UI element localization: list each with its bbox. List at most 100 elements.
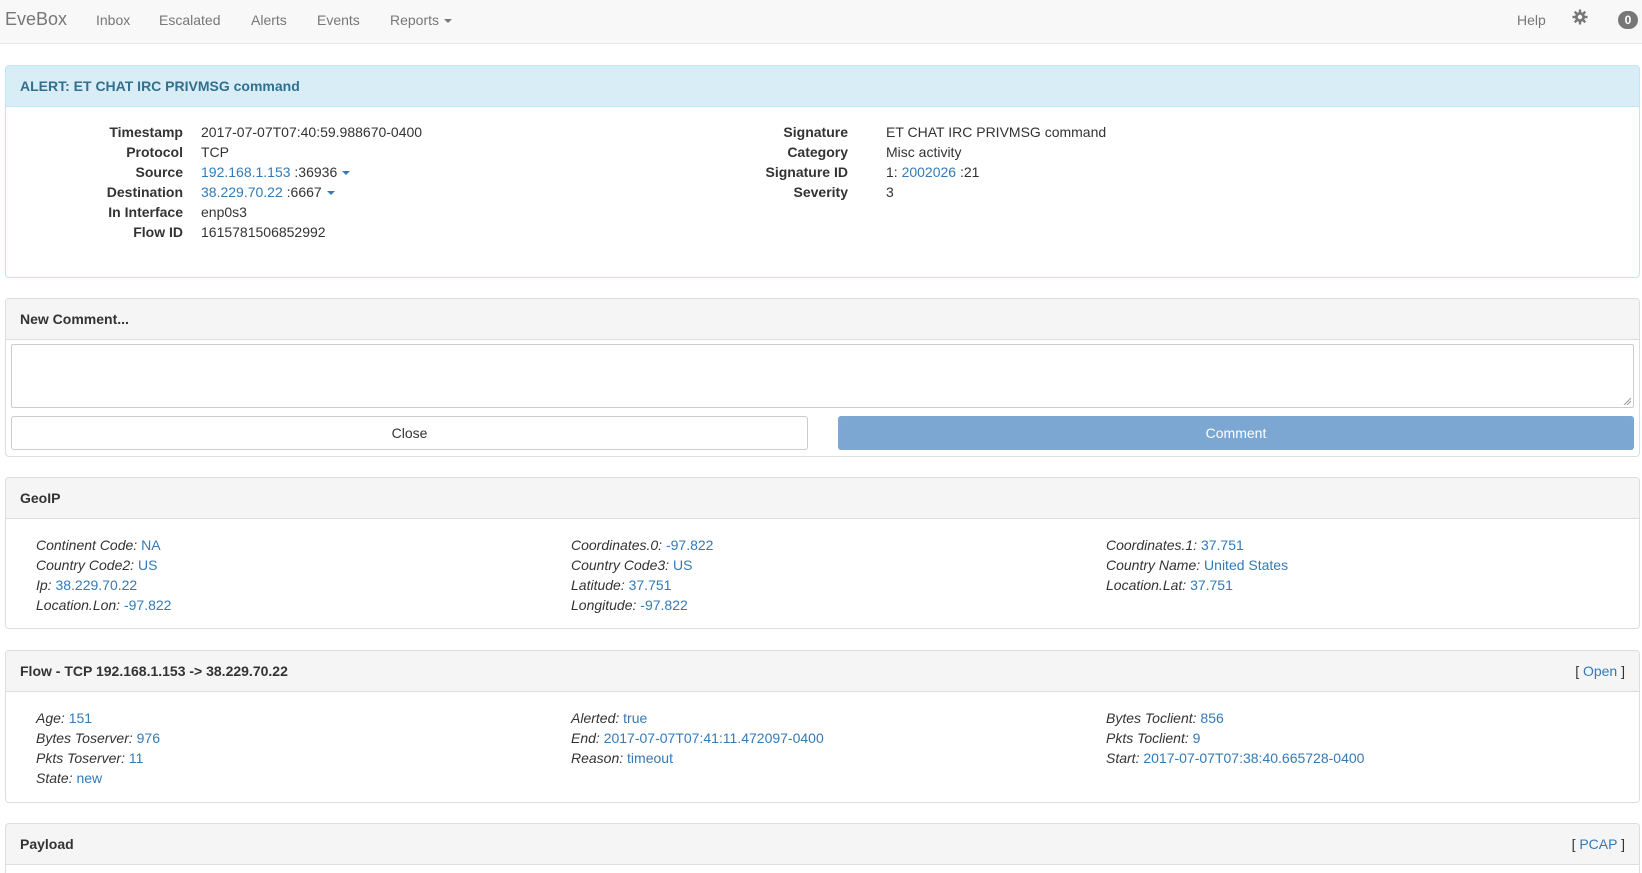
chevron-down-icon [444,19,453,24]
payload-panel: Payload [ PCAP ] [5,823,1640,873]
severity-value: 3 [886,184,894,200]
geoip-value[interactable]: -97.822 [640,597,687,613]
comment-button[interactable]: Comment [838,416,1634,450]
flow-item: Reason: timeout [571,748,673,768]
flow-value[interactable]: 11 [129,750,144,766]
source-row: Source 192.168.1.153 :36936 [6,162,706,182]
payload-title: Payload [20,836,74,852]
geoip-value[interactable]: -97.822 [666,537,713,553]
flow-value[interactable]: 2017-07-07T07:41:11.472097-0400 [604,730,824,746]
flow-item: Bytes Toclient: 856 [1106,708,1224,728]
source-dropdown-icon[interactable] [342,171,351,176]
notification-badge[interactable]: 0 [1618,11,1638,29]
destination-value: 38.229.70.22 :6667 [201,182,335,202]
geoip-key: Ip: [36,577,52,593]
nav-alerts[interactable]: Alerts [251,12,287,28]
flow-title: Flow - TCP 192.168.1.153 -> 38.229.70.22 [20,663,288,679]
geoip-value[interactable]: US [138,557,157,573]
interface-value: enp0s3 [201,204,247,220]
flow-value[interactable]: 9 [1193,730,1201,746]
flow-item: State: new [36,768,102,788]
flow-key: End: [571,730,600,746]
geoip-value[interactable]: -97.822 [124,597,171,613]
interface-row: In Interface enp0s3 [6,202,706,222]
geoip-value[interactable]: United States [1204,557,1288,573]
sid-link[interactable]: 2002026 [902,164,957,180]
alert-panel: ALERT: ET CHAT IRC PRIVMSG command Times… [5,65,1640,278]
geoip-item: Coordinates.0: -97.822 [571,535,713,555]
flow-key: Bytes Toclient: [1106,710,1197,726]
close-button[interactable]: Close [11,416,808,450]
comment-panel: New Comment... Close Comment [5,298,1640,457]
destination-ip-link[interactable]: 38.229.70.22 [201,184,283,200]
destination-label: Destination [106,184,183,200]
geoip-item: Location.Lat: 37.751 [1106,575,1233,595]
signature-label: Signature [783,124,848,140]
nav-inbox[interactable]: Inbox [96,12,130,28]
flow-key: Reason: [571,750,624,766]
geoip-value[interactable]: 38.229.70.22 [55,577,137,593]
flow-value[interactable]: new [76,770,102,786]
geoip-value[interactable]: NA [141,537,160,553]
flow-panel: Flow - TCP 192.168.1.153 -> 38.229.70.22… [5,650,1640,803]
nav-escalated[interactable]: Escalated [159,12,220,28]
alert-title: ALERT: ET CHAT IRC PRIVMSG command [6,66,1639,107]
top-navbar: EveBox Inbox Escalated Alerts Events Rep… [0,0,1642,44]
flow-key: Pkts Toclient: [1106,730,1189,746]
geoip-value[interactable]: 37.751 [1190,577,1233,593]
destination-dropdown-icon[interactable] [326,191,335,196]
geoip-item: Country Code3: US [571,555,692,575]
flow-value[interactable]: timeout [627,750,673,766]
severity-label: Severity [793,184,848,200]
nav-reports-label: Reports [390,12,440,28]
geoip-item: Location.Lon: -97.822 [36,595,171,615]
geoip-key: Location.Lat: [1106,577,1187,593]
flow-item: Pkts Toserver: 11 [36,748,143,768]
geoip-item: Continent Code: NA [36,535,161,555]
nav-events[interactable]: Events [317,12,360,28]
geoip-panel: GeoIP Continent Code: NA Country Code2: … [5,477,1640,629]
geoip-key: Country Code2: [36,557,135,573]
timestamp-link[interactable]: 2017-07-07T07:40:59.988670-0400 [201,122,422,142]
flow-id-row: Flow ID 1615781506852992 [6,222,706,242]
source-ip-link[interactable]: 192.168.1.153 [201,164,291,180]
source-label: Source [135,164,183,180]
signature-link[interactable]: ET CHAT IRC PRIVMSG command [886,122,1106,142]
resize-grip-icon[interactable] [1623,397,1631,405]
flow-item: Bytes Toserver: 976 [36,728,160,748]
geoip-key: Country Code3: [571,557,670,573]
geoip-value[interactable]: 37.751 [1201,537,1244,553]
geoip-key: Continent Code: [36,537,138,553]
flow-value[interactable]: 2017-07-07T07:38:40.665728-0400 [1143,750,1364,766]
geoip-item: Latitude: 37.751 [571,575,671,595]
geoip-value[interactable]: 37.751 [629,577,672,593]
comment-textarea[interactable] [11,344,1634,408]
protocol-value: TCP [201,144,229,160]
flow-id-label: Flow ID [133,224,183,240]
geoip-value[interactable]: US [673,557,692,573]
nav-help[interactable]: Help [1517,12,1546,28]
flow-key: Start: [1106,750,1140,766]
flow-open-link[interactable]: Open [1583,663,1617,679]
geoip-item: Longitude: -97.822 [571,595,688,615]
flow-item: Start: 2017-07-07T07:38:40.665728-0400 [1106,748,1364,768]
flow-value[interactable]: 151 [69,710,92,726]
brand-link[interactable]: EveBox [5,9,67,30]
flow-item: Alerted: true [571,708,647,728]
geoip-item: Ip: 38.229.70.22 [36,575,137,595]
protocol-label: Protocol [126,144,183,160]
flow-value[interactable]: true [623,710,647,726]
bracket-open: [ [1575,663,1580,679]
sid-label: Signature ID [765,164,848,180]
flow-item: Pkts Toclient: 9 [1106,728,1200,748]
flow-open-control: [ Open ] [1575,651,1625,691]
category-link[interactable]: Misc activity [886,142,961,162]
flow-value[interactable]: 856 [1200,710,1223,726]
bracket-close: ] [1621,836,1625,852]
pcap-link[interactable]: PCAP [1579,836,1617,852]
gear-icon[interactable] [1572,9,1588,25]
nav-reports-dropdown[interactable]: Reports [390,12,453,28]
signature-row: Signature ET CHAT IRC PRIVMSG command [706,122,1506,142]
flow-value[interactable]: 976 [137,730,160,746]
flow-id-link[interactable]: 1615781506852992 [201,222,326,242]
